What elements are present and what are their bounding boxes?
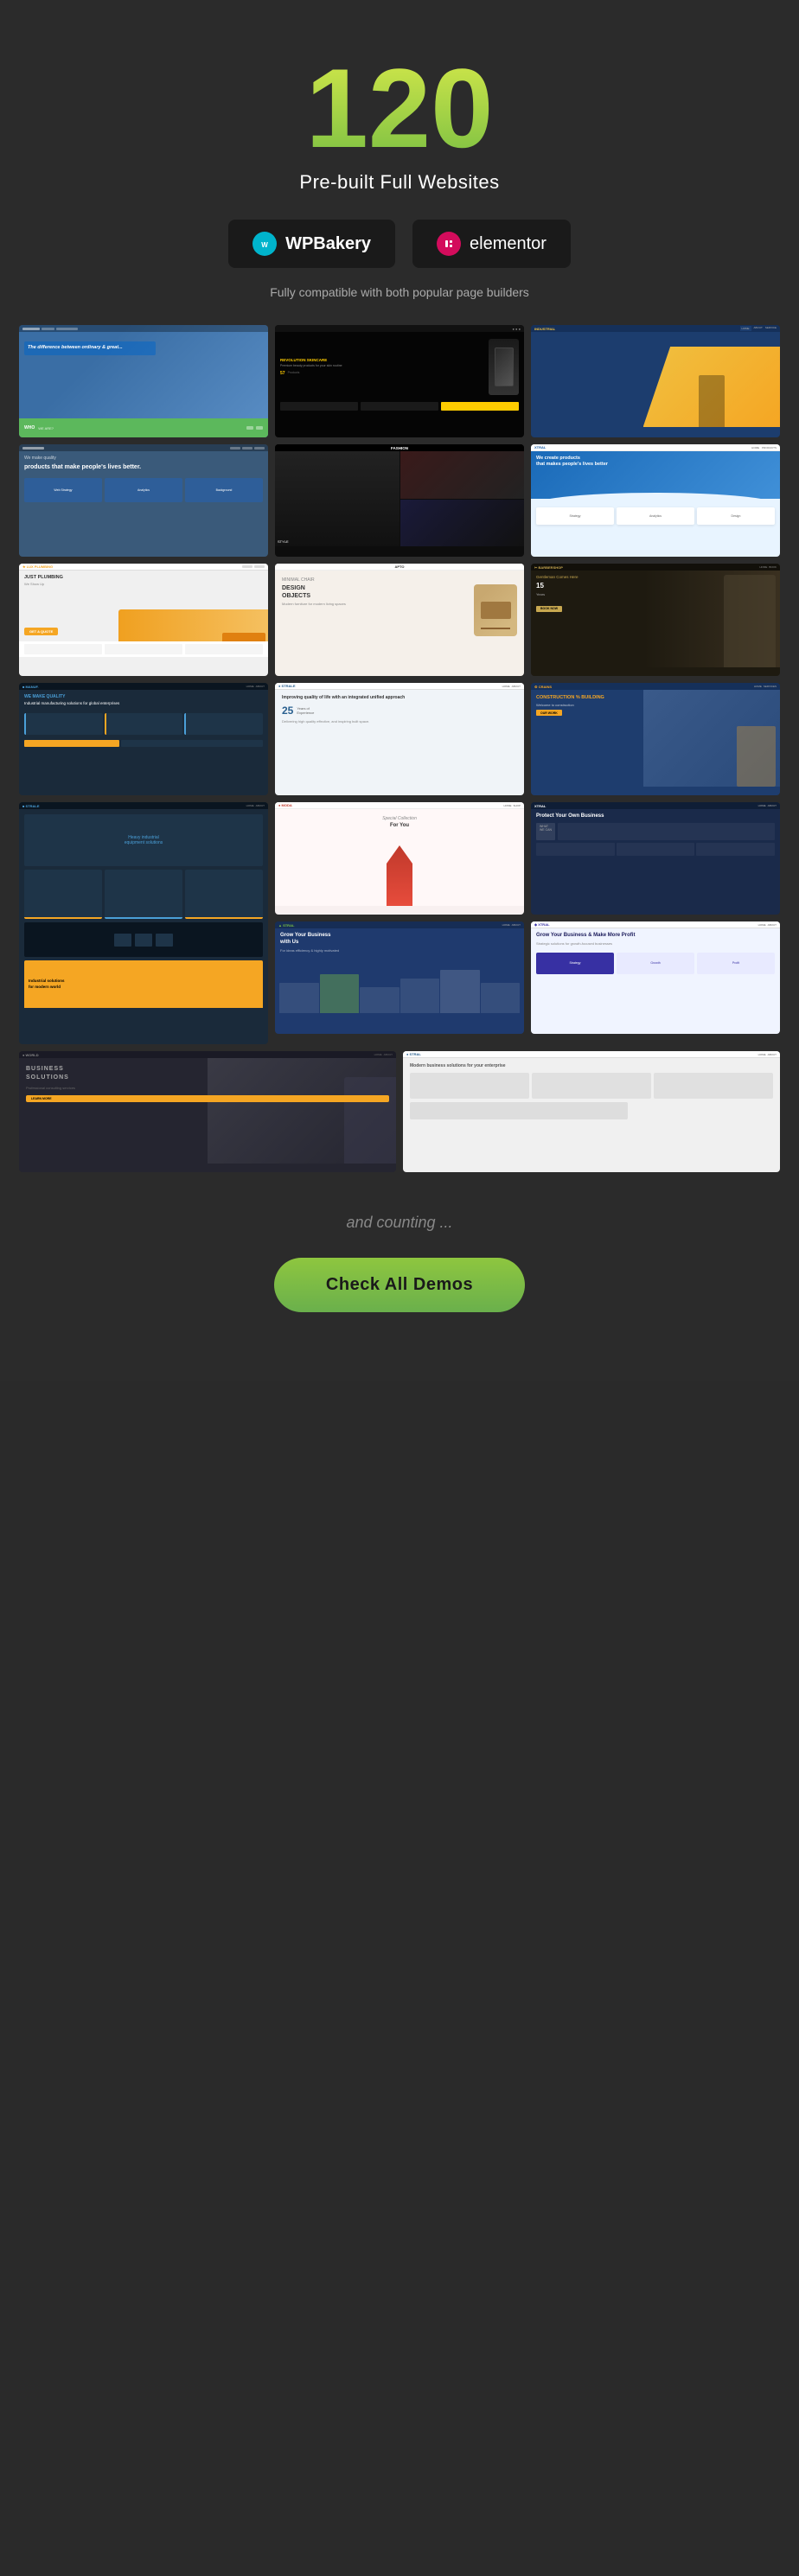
demo-item-19[interactable]: ● STRAL HOME ABOUT Modern business solut… bbox=[403, 1051, 780, 1172]
demo-item-17[interactable]: ◆ XTRAL HOME ABOUT Grow Your Business & … bbox=[531, 921, 780, 1034]
wpbakery-badge[interactable]: W WPBakery bbox=[228, 220, 395, 268]
demo-item-2[interactable]: ● ● ● REVOLUTION SKINCARE Premium beauty… bbox=[275, 325, 524, 437]
demo-item-1[interactable]: The difference between ordinary & great.… bbox=[19, 325, 268, 437]
demo-item-4[interactable]: We make quality products that make peopl… bbox=[19, 444, 268, 557]
demo-thumb-17: ◆ XTRAL HOME ABOUT Grow Your Business & … bbox=[531, 921, 780, 1034]
demo-item-7[interactable]: ★ LUX PLUMBING JUST PLUMBINGWe Show Up G… bbox=[19, 564, 268, 676]
demo-item-8[interactable]: APTO MINIMAL CHAIR DESIGNOBJECTS Modern … bbox=[275, 564, 524, 676]
demo-item-18[interactable]: ● WORLD HOME ABOUT BUSINESSSOLUTIONS Pro… bbox=[19, 1051, 396, 1172]
demo-thumb-4: We make quality products that make peopl… bbox=[19, 444, 268, 557]
demo-thumb-8: APTO MINIMAL CHAIR DESIGNOBJECTS Modern … bbox=[275, 564, 524, 676]
demo-thumb-5: FASHION STYLE bbox=[275, 444, 524, 557]
elementor-label: elementor bbox=[470, 234, 547, 254]
svg-text:W: W bbox=[261, 241, 268, 249]
wpbakery-icon: W bbox=[252, 232, 277, 256]
demo-thumb-6: XTRAL HOME PRODUCTS We create productsth… bbox=[531, 444, 780, 557]
demo-item-13[interactable]: ■ STRALE HOME ABOUT Heavy industrialequi… bbox=[19, 802, 268, 1044]
demo-thumb-13: ■ STRALE HOME ABOUT Heavy industrialequi… bbox=[19, 802, 268, 1044]
demos-row-1: The difference between ordinary & great.… bbox=[19, 325, 780, 437]
demos-row-4: ■ MANUF. HOME ABOUT WE MAKE QUALITY Indu… bbox=[19, 683, 780, 795]
demo-thumb-2: ● ● ● REVOLUTION SKINCARE Premium beauty… bbox=[275, 325, 524, 437]
demos-row-3: ★ LUX PLUMBING JUST PLUMBINGWe Show Up G… bbox=[19, 564, 780, 676]
demos-section: The difference between ordinary & great.… bbox=[19, 325, 780, 1179]
demos-row-6: ● WORLD HOME ABOUT BUSINESSSOLUTIONS Pro… bbox=[19, 1051, 780, 1172]
demo-thumb-9: ✂ BARBERSHOP HOME BOOK Gentleman Comes H… bbox=[531, 564, 780, 676]
demo-thumb-1: The difference between ordinary & great.… bbox=[19, 325, 268, 437]
demo-thumb-3: INDUSTRIAL HOME ABOUT SERVICE SAFET bbox=[531, 325, 780, 437]
demo-item-9[interactable]: ✂ BARBERSHOP HOME BOOK Gentleman Comes H… bbox=[531, 564, 780, 676]
demo-thumb-18: ● WORLD HOME ABOUT BUSINESSSOLUTIONS Pro… bbox=[19, 1051, 396, 1172]
demos-row-2: We make quality products that make peopl… bbox=[19, 444, 780, 557]
hero-subtitle: Pre-built Full Websites bbox=[299, 171, 499, 194]
demo-thumb-11: ● STRALE HOME ABOUT Improving quality of… bbox=[275, 683, 524, 795]
construction-label-text: construcTion % BUILding bbox=[536, 695, 775, 701]
hero-number: 120 bbox=[306, 52, 494, 164]
demo-thumb-10: ■ MANUF. HOME ABOUT WE MAKE QUALITY Indu… bbox=[19, 683, 268, 795]
demo-thumb-15: ▲ STRAL HOME ABOUT Grow Your Businesswit… bbox=[275, 921, 524, 1034]
demo-col-right: XTRAL HOME ABOUT Protect Your Own Busine… bbox=[531, 802, 780, 1044]
demo-item-12[interactable]: ⚙ CRAINS HOME SERVICES construcTion % BU… bbox=[531, 683, 780, 795]
demo-item-11[interactable]: ● STRALE HOME ABOUT Improving quality of… bbox=[275, 683, 524, 795]
check-all-demos-button[interactable]: Check All Demos bbox=[274, 1258, 525, 1312]
demo-thumb-7: ★ LUX PLUMBING JUST PLUMBINGWe Show Up G… bbox=[19, 564, 268, 676]
counting-text: and counting ... bbox=[346, 1214, 452, 1232]
demo-item-6[interactable]: XTRAL HOME PRODUCTS We create productsth… bbox=[531, 444, 780, 557]
demo-thumb-14: ● MODA HOME SHOP Special Collection For … bbox=[275, 802, 524, 915]
demo-item-14[interactable]: ● MODA HOME SHOP Special Collection For … bbox=[275, 802, 524, 915]
demo-item-5[interactable]: FASHION STYLE bbox=[275, 444, 524, 557]
wpbakery-label: WPBakery bbox=[285, 234, 371, 254]
protect-label-text: Protect Your Own Business bbox=[536, 813, 775, 820]
builders-row: W WPBakery elementor bbox=[228, 220, 571, 268]
demos-row-5: ■ STRALE HOME ABOUT Heavy industrialequi… bbox=[19, 802, 780, 1044]
elementor-icon bbox=[437, 232, 461, 256]
demo-col-mid: ● MODA HOME SHOP Special Collection For … bbox=[275, 802, 524, 1044]
demo-item-10[interactable]: ■ MANUF. HOME ABOUT WE MAKE QUALITY Indu… bbox=[19, 683, 268, 795]
demo-item-3[interactable]: INDUSTRIAL HOME ABOUT SERVICE SAFET bbox=[531, 325, 780, 437]
demo-thumb-16: XTRAL HOME ABOUT Protect Your Own Busine… bbox=[531, 802, 780, 915]
demo-item-15[interactable]: ▲ STRAL HOME ABOUT Grow Your Businesswit… bbox=[275, 921, 524, 1034]
page-wrapper: 120 Pre-built Full Websites W WPBakery bbox=[0, 0, 799, 1381]
demo-thumb-12: ⚙ CRAINS HOME SERVICES construcTion % BU… bbox=[531, 683, 780, 795]
demo-item-16[interactable]: XTRAL HOME ABOUT Protect Your Own Busine… bbox=[531, 802, 780, 915]
compatibility-text: Fully compatible with both popular page … bbox=[270, 285, 529, 299]
demo-thumb-19: ● STRAL HOME ABOUT Modern business solut… bbox=[403, 1051, 780, 1172]
grow-label-text: Grow Your Business & Make More Profit bbox=[536, 933, 775, 940]
elementor-badge[interactable]: elementor bbox=[412, 220, 571, 268]
